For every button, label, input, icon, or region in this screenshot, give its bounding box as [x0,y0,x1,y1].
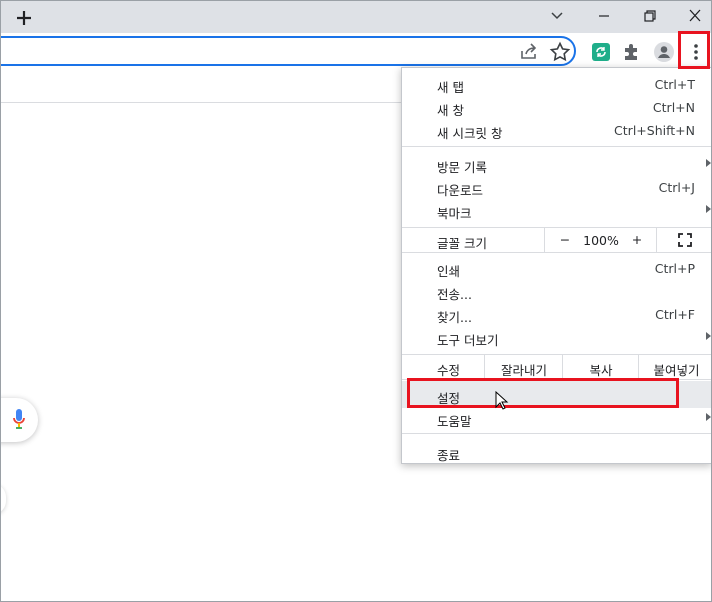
zoom-in-button[interactable]: + [631,232,643,247]
puzzle-icon[interactable] [620,40,644,64]
menu-item-shortcut: Ctrl+P [654,261,695,276]
zoom-row: 글꼴 크기 − 100% + [402,227,712,253]
menu-item-label: 다운로드 [437,183,484,198]
search-box-fragment[interactable] [0,398,38,442]
microphone-icon[interactable] [12,408,26,430]
menu-item-label: 인쇄 [437,264,461,279]
menu-item-label: 북마크 [437,206,472,221]
copy-label: 복사 [589,363,613,378]
zoom-control: − 100% + [544,228,657,252]
menu-item-shortcut: Ctrl+F [655,307,695,322]
menu-item-label: 방문 기록 [437,160,487,175]
menu-item-label: 전송... [437,287,472,302]
submenu-arrow-icon [706,332,711,340]
highlight-box-settings [407,378,679,408]
menu-item-more-tools[interactable]: 도구 더보기 [402,326,712,349]
menu-item-cast[interactable]: 전송... [402,280,712,303]
plus-icon[interactable] [12,6,36,30]
menu-item-label: 새 탭 [437,80,464,95]
menu-divider [402,433,712,434]
share-icon[interactable] [517,40,541,64]
extension-refresh-icon[interactable] [589,40,613,64]
chevron-down-icon[interactable] [545,5,569,27]
zoom-out-button[interactable]: − [559,232,571,247]
mouse-cursor-icon [495,391,509,410]
menu-item-history[interactable]: 방문 기록 [402,153,712,176]
menu-item-label: 도움말 [437,414,472,429]
edit-row: 수정 잘라내기 복사 붙여넣기 [402,354,712,380]
menu-item-label: 종료 [437,448,461,463]
menu-item-new-incognito[interactable]: 새 시크릿 창 Ctrl+Shift+N [402,119,712,142]
menu-item-shortcut: Ctrl+T [654,77,695,92]
menu-item-label: 새 시크릿 창 [437,126,503,141]
menu-item-label: 찾기... [437,310,472,325]
menu-item-label: 새 창 [437,103,464,118]
page-element-fragment [0,484,6,514]
restore-icon[interactable] [638,5,662,27]
star-icon[interactable] [548,40,572,64]
menu-item-label: 도구 더보기 [437,333,499,348]
menu-item-print[interactable]: 인쇄 Ctrl+P [402,257,712,280]
zoom-label: 글꼴 크기 [437,236,487,251]
paste-label: 붙여넣기 [653,363,700,378]
menu-item-shortcut: Ctrl+Shift+N [614,123,695,138]
menu-divider [402,146,712,147]
copy-button[interactable]: 복사 [562,355,639,379]
cut-button[interactable]: 잘라내기 [484,355,563,379]
menu-item-downloads[interactable]: 다운로드 Ctrl+J [402,176,712,199]
profile-icon[interactable] [652,40,676,64]
fullscreen-icon[interactable] [678,233,692,247]
menu-item-find[interactable]: 찾기... Ctrl+F [402,303,712,326]
address-bar[interactable] [0,36,576,66]
menu-item-exit[interactable]: 종료 [402,441,712,464]
submenu-arrow-icon [706,205,711,213]
submenu-arrow-icon [706,159,711,167]
paste-button[interactable]: 붙여넣기 [638,355,712,379]
tab-strip [0,0,712,33]
menu-item-new-window[interactable]: 새 창 Ctrl+N [402,96,712,119]
menu-item-bookmarks[interactable]: 북마크 [402,199,712,222]
submenu-arrow-icon [706,413,711,421]
close-icon[interactable] [683,5,707,27]
menu-item-shortcut: Ctrl+J [658,180,695,195]
zoom-level: 100% [583,233,619,248]
menu-item-new-tab[interactable]: 새 탭 Ctrl+T [402,73,712,96]
minimize-icon[interactable] [592,5,616,27]
menu-item-help[interactable]: 도움말 [402,407,712,430]
menu-item-shortcut: Ctrl+N [652,100,695,115]
edit-label: 수정 [437,363,461,378]
highlight-box-menu-button [678,31,710,69]
cut-label: 잘라내기 [500,363,547,378]
